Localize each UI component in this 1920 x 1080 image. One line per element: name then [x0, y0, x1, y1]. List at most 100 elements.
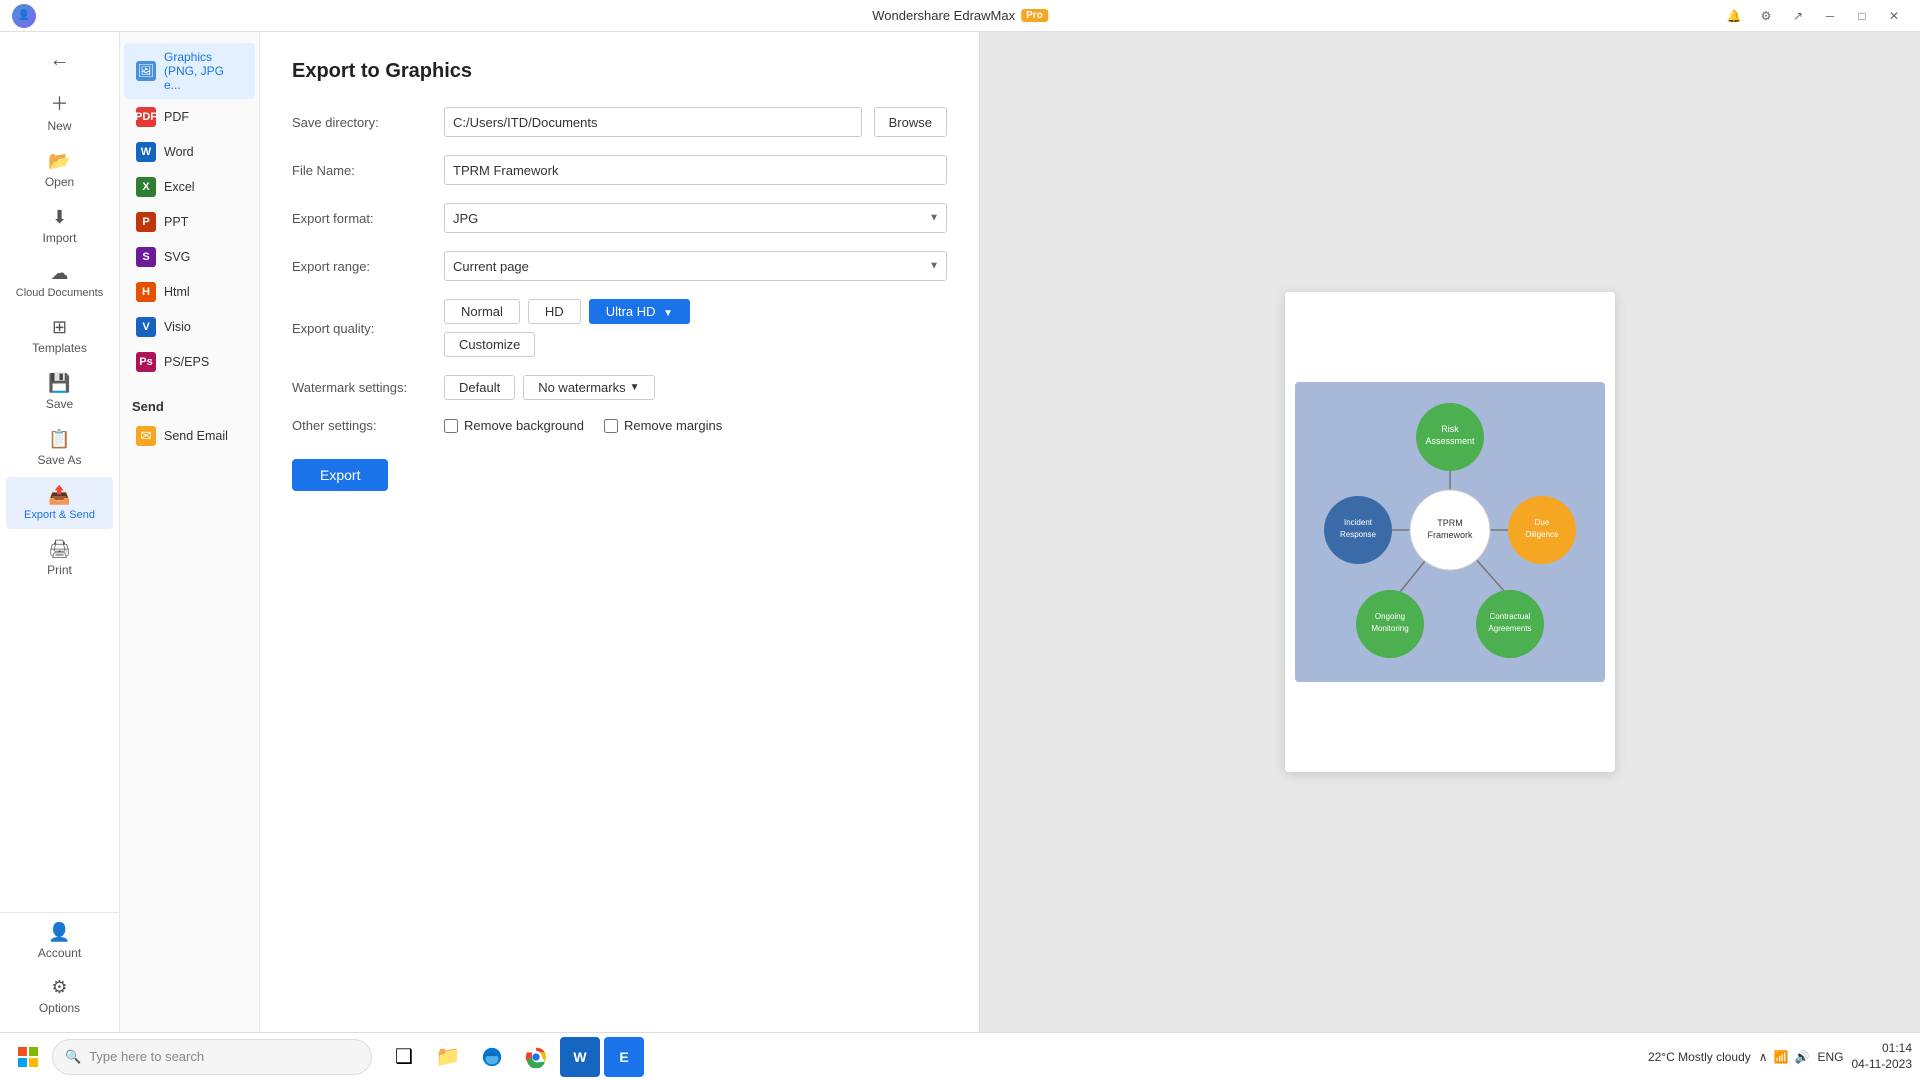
- user-avatar[interactable]: 👤: [12, 4, 36, 28]
- watermark-default-button[interactable]: Default: [444, 375, 515, 400]
- file-name-row: File Name:: [292, 155, 947, 185]
- other-settings-label: Other settings:: [292, 418, 432, 433]
- customize-button[interactable]: Customize: [444, 332, 535, 357]
- other-settings-controls: Remove background Remove margins: [444, 418, 722, 433]
- import-icon: ⬇: [52, 207, 67, 228]
- nav-graphics[interactable]: 🖼 Graphics (PNG, JPG e...: [124, 43, 255, 99]
- visio-icon: V: [136, 317, 156, 337]
- nav-print[interactable]: 🖨 Print: [6, 531, 113, 585]
- quality-hd-button[interactable]: HD: [528, 299, 581, 324]
- nav-import-label: Import: [42, 231, 76, 245]
- nav-options[interactable]: ⚙ Options: [6, 969, 113, 1023]
- nav-html[interactable]: H Html: [124, 275, 255, 309]
- preview-area: Risk Assessment TPRM Framework Incident …: [980, 32, 1920, 1032]
- watermark-arrow: ▼: [630, 382, 640, 393]
- nav-saveas[interactable]: 📋 Save As: [6, 421, 113, 475]
- export-format-select[interactable]: JPG PNG BMP GIF TIFF: [444, 203, 947, 233]
- close-button[interactable]: ✕: [1880, 6, 1908, 26]
- export-button[interactable]: Export: [292, 459, 388, 491]
- export-range-select[interactable]: Current page All pages Selected objects: [444, 251, 947, 281]
- word-icon: W: [136, 142, 156, 162]
- nav-print-label: Print: [47, 563, 72, 577]
- nav-word[interactable]: W Word: [124, 135, 255, 169]
- nav-visio[interactable]: V Visio: [124, 310, 255, 344]
- chrome-button[interactable]: [516, 1037, 556, 1077]
- taskbar-search[interactable]: 🔍 Type here to search: [52, 1039, 372, 1075]
- remove-margins-checkbox[interactable]: [604, 419, 618, 433]
- save-directory-input[interactable]: [444, 107, 862, 137]
- quality-normal-button[interactable]: Normal: [444, 299, 520, 324]
- language-indicator: ENG: [1817, 1050, 1843, 1064]
- templates-icon: ⊞: [52, 317, 67, 338]
- remove-margins-label[interactable]: Remove margins: [604, 418, 722, 433]
- export-panel: Export to Graphics Save directory: Brows…: [260, 32, 1920, 1032]
- chevron-up-icon[interactable]: ∧: [1759, 1050, 1768, 1064]
- nav-excel[interactable]: X Excel: [124, 170, 255, 204]
- svg-text:Diligence: Diligence: [1526, 530, 1559, 539]
- wifi-icon[interactable]: 📶: [1774, 1050, 1789, 1064]
- nav-pseps-label: PS/EPS: [164, 355, 209, 369]
- nav-templates[interactable]: ⊞ Templates: [6, 309, 113, 363]
- window-controls: 🔔 ⚙ ↗ ─ □ ✕: [1720, 6, 1908, 26]
- nav-new[interactable]: ＋ New: [6, 82, 113, 141]
- quality-buttons: Normal HD Ultra HD ▼ Customize: [444, 299, 690, 357]
- word-taskbar-button[interactable]: W: [560, 1037, 600, 1077]
- nav-account[interactable]: 👤 Account: [6, 914, 113, 968]
- browse-button[interactable]: Browse: [874, 107, 947, 137]
- settings-icon[interactable]: ⚙: [1752, 6, 1780, 26]
- nav-export[interactable]: 📤 Export & Send: [6, 477, 113, 529]
- sound-icon[interactable]: 🔊: [1795, 1050, 1810, 1064]
- remove-bg-checkbox[interactable]: [444, 419, 458, 433]
- quality-ultrahd-button[interactable]: Ultra HD ▼: [589, 299, 690, 324]
- graphics-icon: 🖼: [136, 61, 156, 81]
- nav-cloud[interactable]: ☁ Cloud Documents: [6, 255, 113, 307]
- nav-options-label: Options: [39, 1001, 80, 1015]
- nav-open[interactable]: 📂 Open: [6, 143, 113, 197]
- remove-bg-text: Remove background: [464, 418, 584, 433]
- nav-pdf[interactable]: PDF PDF: [124, 100, 255, 134]
- remove-bg-label[interactable]: Remove background: [444, 418, 584, 433]
- start-button[interactable]: [8, 1037, 48, 1077]
- left-nav: ← ＋ New 📂 Open ⬇ Import ☁ Cloud Document…: [0, 32, 120, 1032]
- diagram-svg: Risk Assessment TPRM Framework Incident …: [1295, 382, 1605, 682]
- svg-text:Ongoing: Ongoing: [1375, 612, 1405, 621]
- file-name-input[interactable]: [444, 155, 947, 185]
- watermark-none-button[interactable]: No watermarks ▼: [523, 375, 654, 400]
- nav-account-label: Account: [38, 946, 81, 960]
- nav-import[interactable]: ⬇ Import: [6, 199, 113, 253]
- preview-card: Risk Assessment TPRM Framework Incident …: [1285, 292, 1615, 772]
- nav-graphics-label: Graphics (PNG, JPG e...: [164, 50, 243, 92]
- nav-templates-label: Templates: [32, 341, 87, 355]
- nav-ppt-label: PPT: [164, 215, 188, 229]
- nav-pdf-label: PDF: [164, 110, 189, 124]
- nav-ppt[interactable]: P PPT: [124, 205, 255, 239]
- weather-info: 22°C Mostly cloudy: [1648, 1050, 1751, 1064]
- export-format-wrapper: JPG PNG BMP GIF TIFF ▼: [444, 203, 947, 233]
- nav-back[interactable]: ←: [6, 41, 113, 80]
- watermark-buttons: Default No watermarks ▼: [444, 375, 655, 400]
- taskbar: 🔍 Type here to search ❑ 📁 W E 22°: [0, 1032, 1920, 1080]
- edraw-taskbar-button[interactable]: E: [604, 1037, 644, 1077]
- time-display: 01:14: [1852, 1041, 1913, 1057]
- nav-save[interactable]: 💾 Save: [6, 365, 113, 419]
- options-icon: ⚙: [51, 977, 67, 998]
- nav-svg[interactable]: S SVG: [124, 240, 255, 274]
- search-placeholder: Type here to search: [89, 1049, 204, 1064]
- nav-save-label: Save: [46, 397, 73, 411]
- notification-icon[interactable]: 🔔: [1720, 6, 1748, 26]
- maximize-button[interactable]: □: [1848, 6, 1876, 26]
- chrome-icon: [525, 1046, 547, 1068]
- minimize-button[interactable]: ─: [1816, 6, 1844, 26]
- taskview-button[interactable]: ❑: [384, 1037, 424, 1077]
- save-icon: 💾: [48, 373, 70, 394]
- file-name-label: File Name:: [292, 163, 432, 178]
- svg-text:Response: Response: [1340, 530, 1377, 539]
- edge-button[interactable]: [472, 1037, 512, 1077]
- export-icon: 📤: [48, 485, 70, 506]
- share-icon[interactable]: ↗: [1784, 6, 1812, 26]
- nav-pseps[interactable]: Ps PS/EPS: [124, 345, 255, 379]
- explorer-button[interactable]: 📁: [428, 1037, 468, 1077]
- ultrahd-arrow: ▼: [663, 308, 673, 319]
- nav-sendemail[interactable]: ✉ Send Email: [124, 419, 255, 453]
- taskbar-apps: ❑ 📁 W E: [384, 1037, 644, 1077]
